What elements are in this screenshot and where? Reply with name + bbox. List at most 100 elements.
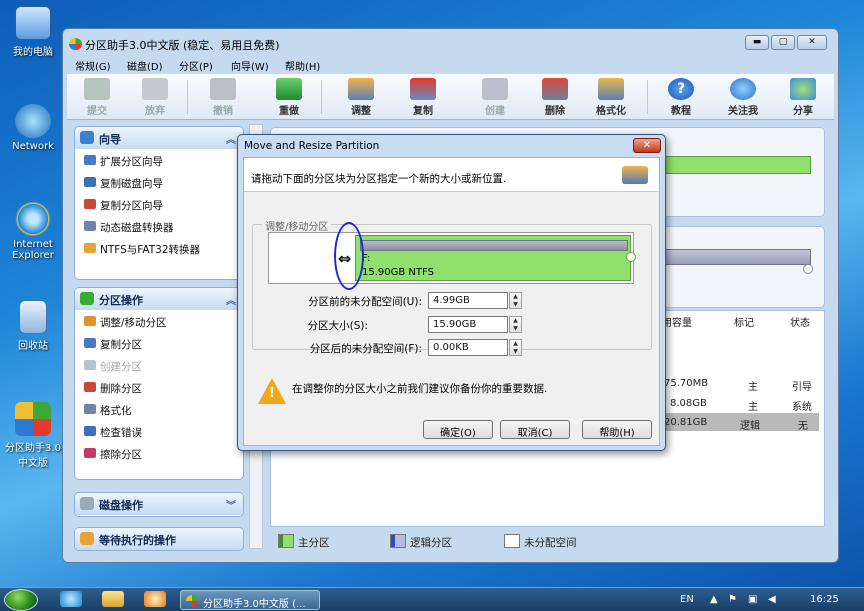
language-indicator[interactable]: EN xyxy=(680,594,694,605)
after-space-label: 分区后的未分配空间(F): xyxy=(309,343,422,355)
explorer-taskbar-icon[interactable] xyxy=(102,591,124,607)
toolbar-share-button[interactable]: 分享 xyxy=(779,77,827,117)
disk-ops-panel[interactable]: 磁盘操作 ︾ xyxy=(74,492,244,517)
create-icon xyxy=(84,360,96,370)
op-item-format[interactable]: 格式化 xyxy=(75,398,243,420)
resize-right-handle[interactable] xyxy=(626,252,636,262)
follow-icon xyxy=(730,78,756,100)
wizard-item-extend[interactable]: 扩展分区向导 xyxy=(75,149,243,171)
toolbar-discard-button[interactable]: 放弃 xyxy=(131,77,179,117)
wipe-icon xyxy=(84,448,96,458)
legend-primary-swatch xyxy=(278,534,294,548)
desktop-icon-partition-assistant[interactable]: 分区助手3.0中文版 xyxy=(2,402,64,469)
menu-partition[interactable]: 分区(P) xyxy=(179,58,213,73)
start-button[interactable] xyxy=(4,589,38,611)
undo-icon xyxy=(210,78,236,100)
media-player-taskbar-icon[interactable] xyxy=(144,591,166,607)
tray-network-icon[interactable]: ▣ xyxy=(748,594,757,605)
wizard-item-ntfs-fat32[interactable]: NTFS与FAT32转换器 xyxy=(75,237,243,259)
column-header-capacity[interactable]: 用容量 xyxy=(662,314,692,329)
copy-icon xyxy=(84,338,96,348)
partition-handle[interactable] xyxy=(803,264,813,274)
size-stepper[interactable]: ▲ ▼ xyxy=(509,316,522,333)
toolbar: 提交 放弃 撤销 重做 调整 复制 创建 删除 格式化 ? 教程 关注我 分享 xyxy=(67,74,834,120)
ok-button[interactable]: 确定(O) xyxy=(423,420,493,439)
toolbar-format-button[interactable]: 格式化 xyxy=(587,77,635,117)
expand-chevron-icon[interactable]: ︾ xyxy=(226,497,236,512)
menu-general[interactable]: 常规(G) xyxy=(75,58,111,73)
clock[interactable]: 16:25 xyxy=(810,594,839,605)
toolbar-delete-button[interactable]: 删除 xyxy=(531,77,579,117)
help-icon: ? xyxy=(668,78,694,100)
op-item-delete[interactable]: 删除分区 xyxy=(75,376,243,398)
taskbar-app-button[interactable]: 分区助手3.0中文版 (... xyxy=(180,590,320,610)
disk-1-partition-bar[interactable] xyxy=(661,156,811,174)
legend-unallocated-swatch xyxy=(504,534,520,548)
op-item-check-errors[interactable]: 检查错误 xyxy=(75,420,243,442)
menu-help[interactable]: 帮助(H) xyxy=(285,58,320,73)
after-space-stepper[interactable]: ▲ ▼ xyxy=(509,339,522,356)
wizard-item-copy-partition[interactable]: 复制分区向导 xyxy=(75,193,243,215)
desktop-icon-label: 我的电脑 xyxy=(13,47,53,58)
network-icon xyxy=(15,104,51,138)
partition-info-label: 15.90GB NTFS xyxy=(362,267,434,278)
wizard-item-dynamic-disk[interactable]: 动态磁盘转换器 xyxy=(75,215,243,237)
tray-volume-icon[interactable]: ◀ xyxy=(768,594,776,605)
delete-icon xyxy=(542,78,568,100)
column-header-flag[interactable]: 标记 xyxy=(734,314,754,329)
desktop-icon-network[interactable]: Network xyxy=(2,104,64,152)
recycle-bin-icon xyxy=(19,300,47,334)
partition-ops-panel: 分区操作 ︽ 调整/移动分区 复制分区 创建分区 删除分区 格式化 检查错误 擦除… xyxy=(74,287,244,480)
op-item-copy[interactable]: 复制分区 xyxy=(75,332,243,354)
pending-ops-panel[interactable]: 等待执行的操作 xyxy=(74,527,244,551)
tray-chevron-icon[interactable]: ▲ xyxy=(710,594,718,605)
help-button[interactable]: 帮助(H) xyxy=(582,420,652,439)
partition-ops-icon xyxy=(80,292,94,305)
disk-2-partition-bar[interactable] xyxy=(661,249,811,265)
minimize-button[interactable]: ▬ xyxy=(745,35,769,50)
desktop-icon-ie[interactable]: Internet Explorer xyxy=(2,202,64,261)
wizard-panel-header[interactable]: 向导 ︽ xyxy=(75,127,243,149)
toolbar-follow-button[interactable]: 关注我 xyxy=(719,77,767,117)
disk-ops-header[interactable]: 磁盘操作 ︾ xyxy=(75,493,243,515)
ie-taskbar-icon[interactable] xyxy=(60,591,82,607)
partition-assistant-icon xyxy=(186,595,198,607)
resize-icon xyxy=(348,78,374,100)
collapse-chevron-icon[interactable]: ︽ xyxy=(226,292,236,307)
copy-icon xyxy=(410,78,436,100)
toolbar-resize-button[interactable]: 调整 xyxy=(337,77,385,117)
menu-disk[interactable]: 磁盘(D) xyxy=(127,58,163,73)
cancel-button[interactable]: 取消(C) xyxy=(500,420,570,439)
close-button[interactable]: ✕ xyxy=(797,35,827,50)
op-item-wipe[interactable]: 擦除分区 xyxy=(75,442,243,464)
desktop-icon-recycle[interactable]: 回收站 xyxy=(2,300,64,352)
before-space-stepper[interactable]: ▲ ▼ xyxy=(509,292,522,309)
before-space-input[interactable]: 4.99GB xyxy=(428,292,508,309)
wizard-panel: 向导 ︽ 扩展分区向导 复制磁盘向导 复制分区向导 动态磁盘转换器 NTFS与FA… xyxy=(74,126,244,280)
toolbar-undo-button[interactable]: 撤销 xyxy=(199,77,247,117)
toolbar-commit-button[interactable]: 提交 xyxy=(73,77,121,117)
desktop-icon-computer[interactable]: 我的电脑 xyxy=(2,6,64,58)
partition-ops-header[interactable]: 分区操作 ︽ xyxy=(75,288,243,310)
collapse-chevron-icon[interactable]: ︽ xyxy=(226,131,236,146)
column-header-status[interactable]: 状态 xyxy=(790,314,810,329)
partition-track[interactable]: F: 15.90GB NTFS xyxy=(268,232,634,284)
check-errors-icon xyxy=(84,426,96,436)
op-item-resize[interactable]: 调整/移动分区 xyxy=(75,310,243,332)
toolbar-tutorial-button[interactable]: ? 教程 xyxy=(657,77,705,117)
partition-block[interactable]: F: 15.90GB NTFS xyxy=(355,235,631,281)
toolbar-copy-button[interactable]: 复制 xyxy=(399,77,447,117)
op-item-create[interactable]: 创建分区 xyxy=(75,354,243,376)
toolbar-redo-button[interactable]: 重做 xyxy=(265,77,313,117)
maximize-button[interactable]: ▢ xyxy=(771,35,795,50)
after-space-input[interactable]: 0.00KB xyxy=(428,339,508,356)
dialog-close-button[interactable]: ✕ xyxy=(633,138,661,153)
dialog-instruction: 请拖动下面的分区块为分区指定一个新的大小或新位置. xyxy=(251,173,507,185)
pending-ops-header[interactable]: 等待执行的操作 xyxy=(75,528,243,550)
menu-wizard[interactable]: 向导(W) xyxy=(231,58,269,73)
size-input[interactable]: 15.90GB xyxy=(428,316,508,333)
wizard-item-copy-disk[interactable]: 复制磁盘向导 xyxy=(75,171,243,193)
desktop-icon-label: 分区助手3.0中文版 xyxy=(5,443,61,469)
tray-flag-icon[interactable]: ⚑ xyxy=(728,594,737,605)
toolbar-create-button[interactable]: 创建 xyxy=(471,77,519,117)
